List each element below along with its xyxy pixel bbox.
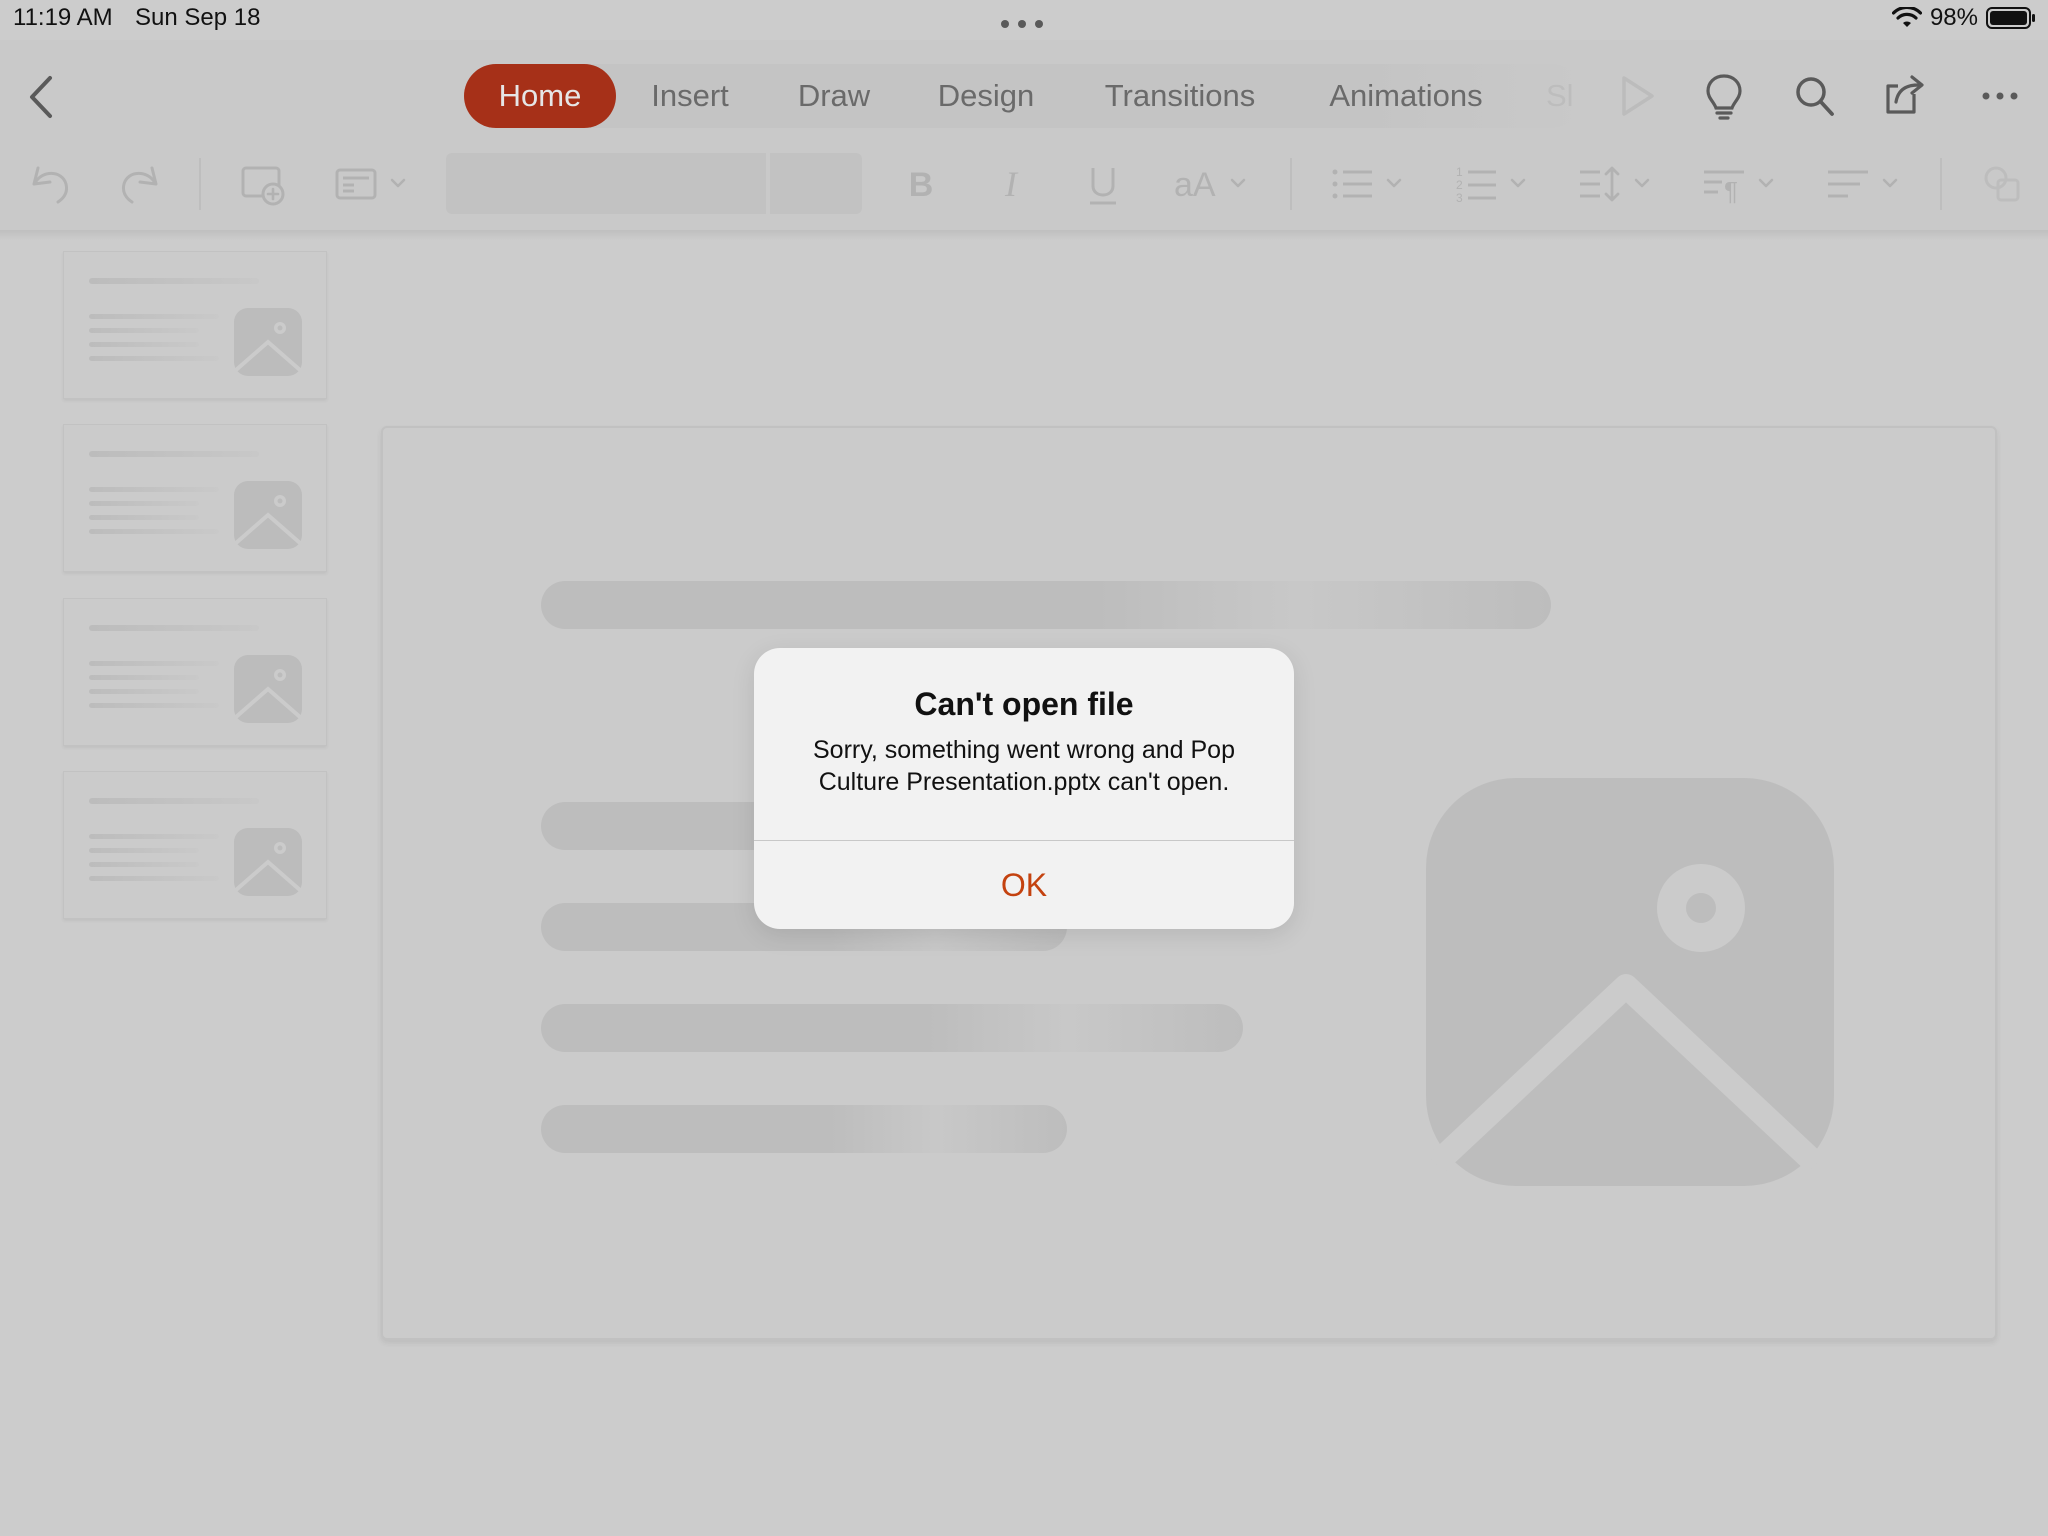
align-icon[interactable] bbox=[1826, 158, 1902, 210]
tab-slideshow[interactable]: Sl bbox=[1546, 64, 1582, 128]
tab-draw[interactable]: Draw bbox=[780, 64, 888, 128]
tab-home[interactable]: Home bbox=[464, 64, 616, 128]
svg-text:3: 3 bbox=[1456, 191, 1463, 205]
bold-icon[interactable]: B bbox=[900, 158, 942, 210]
dialog-message: Sorry, something went wrong and Pop Cult… bbox=[813, 736, 1235, 796]
lightbulb-icon[interactable] bbox=[1702, 72, 1746, 120]
redo-icon[interactable] bbox=[114, 158, 164, 210]
back-icon[interactable] bbox=[22, 72, 58, 122]
svg-text:B: B bbox=[909, 166, 934, 204]
svg-text:1: 1 bbox=[1456, 165, 1463, 179]
line-spacing-icon[interactable] bbox=[1578, 158, 1654, 210]
battery-icon bbox=[1986, 7, 2035, 29]
ribbon-shadow bbox=[0, 230, 2048, 240]
placeholder-bar bbox=[541, 581, 1551, 629]
play-icon[interactable] bbox=[1614, 72, 1658, 120]
font-name-field[interactable] bbox=[446, 153, 766, 214]
status-bar: 11:19 AM Sun Sep 18 98% bbox=[0, 0, 2048, 40]
font-size-field[interactable] bbox=[770, 153, 862, 214]
tab-insert[interactable]: Insert bbox=[628, 64, 752, 128]
share-icon[interactable] bbox=[1884, 72, 1928, 120]
image-placeholder-icon bbox=[234, 655, 302, 723]
multitasking-dots-icon[interactable] bbox=[1000, 19, 1045, 29]
wifi-icon bbox=[1891, 7, 1922, 27]
image-placeholder-icon bbox=[1426, 778, 1834, 1186]
search-icon[interactable] bbox=[1792, 72, 1836, 120]
new-slide-icon[interactable] bbox=[240, 158, 288, 210]
tab-transitions[interactable]: Transitions bbox=[1092, 64, 1268, 128]
svg-text:aA: aA bbox=[1174, 166, 1216, 204]
svg-text:I: I bbox=[1004, 164, 1019, 204]
app-window: 11:19 AM Sun Sep 18 98% Home Insert Draw… bbox=[0, 0, 2048, 1536]
undo-icon[interactable] bbox=[26, 158, 76, 210]
svg-text:2: 2 bbox=[1456, 178, 1463, 192]
status-right: 98% bbox=[1891, 4, 2036, 32]
slide-thumbnail[interactable] bbox=[63, 771, 327, 919]
italic-icon[interactable]: I bbox=[990, 158, 1032, 210]
svg-text:¶: ¶ bbox=[1724, 176, 1738, 206]
layout-icon[interactable] bbox=[334, 158, 408, 210]
placeholder-bar bbox=[541, 1105, 1067, 1153]
image-placeholder-icon bbox=[234, 481, 302, 549]
ok-button[interactable]: OK bbox=[754, 841, 1294, 929]
shapes-icon[interactable] bbox=[1980, 158, 2024, 210]
font-size-icon[interactable]: aA bbox=[1172, 158, 1252, 210]
tab-animations[interactable]: Animations bbox=[1318, 64, 1494, 128]
status-date: Sun Sep 18 bbox=[135, 4, 261, 31]
more-icon[interactable] bbox=[1978, 72, 2022, 120]
slide-thumbnail[interactable] bbox=[63, 424, 327, 572]
slide-thumbnail[interactable] bbox=[63, 598, 327, 746]
battery-percent: 98% bbox=[1929, 4, 1978, 31]
placeholder-bar bbox=[541, 1004, 1243, 1052]
status-time: 11:19 AM bbox=[13, 4, 113, 31]
image-placeholder-icon bbox=[234, 308, 302, 376]
toolbar-separator bbox=[199, 158, 201, 210]
toolbar-separator bbox=[1940, 158, 1942, 210]
bullets-icon[interactable] bbox=[1330, 158, 1406, 210]
paragraph-icon[interactable]: ¶ bbox=[1702, 158, 1778, 210]
toolbar-separator bbox=[1290, 158, 1292, 210]
numbering-icon[interactable]: 1 2 3 bbox=[1454, 158, 1530, 210]
slide-thumbnail[interactable] bbox=[63, 251, 327, 399]
tab-design[interactable]: Design bbox=[922, 64, 1050, 128]
underline-icon[interactable] bbox=[1082, 158, 1124, 210]
dialog-title: Can't open file bbox=[914, 686, 1134, 722]
image-placeholder-icon bbox=[234, 828, 302, 896]
error-dialog: Can't open file Sorry, something went wr… bbox=[754, 648, 1294, 929]
